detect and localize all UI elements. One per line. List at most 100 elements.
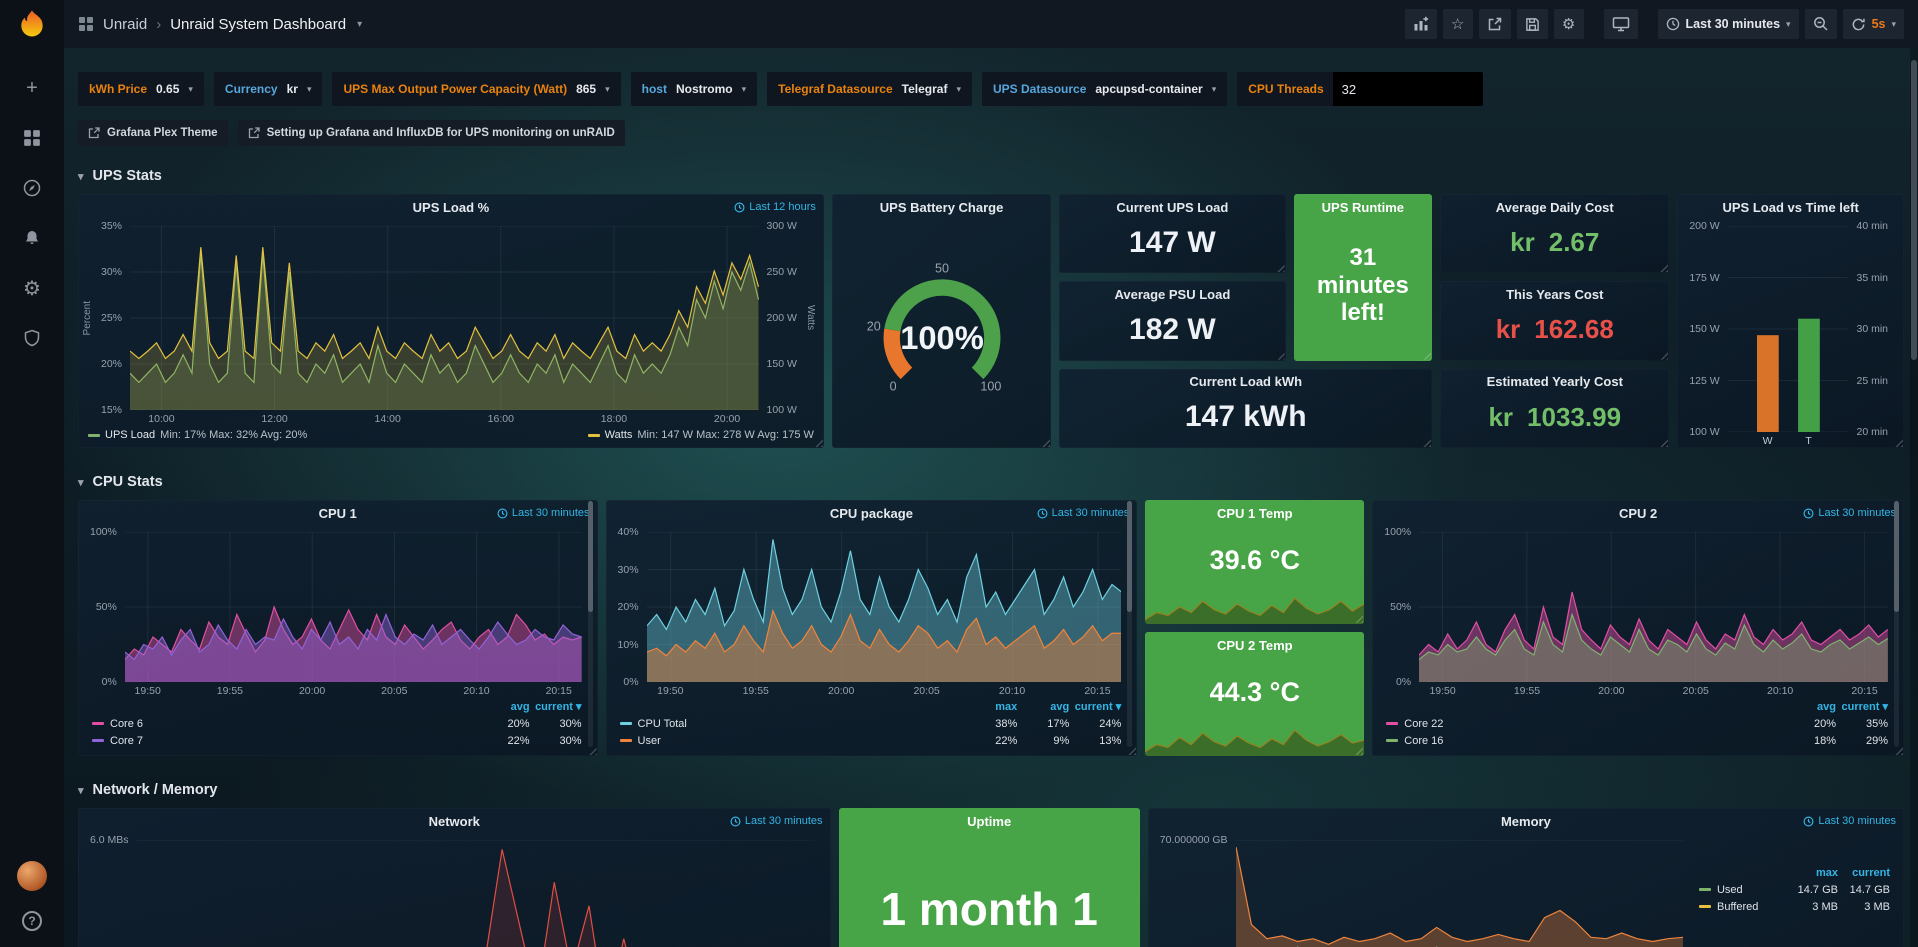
legend-scrollbar[interactable] bbox=[1127, 501, 1132, 747]
variable-value[interactable]: Telegraf bbox=[902, 82, 948, 96]
panel-title[interactable]: CPU 1 Temp bbox=[1217, 506, 1293, 521]
save-button[interactable] bbox=[1517, 9, 1548, 39]
panel-title[interactable]: Average PSU Load bbox=[1114, 287, 1230, 302]
scrollbar-thumb[interactable] bbox=[1911, 60, 1917, 360]
variable-value[interactable]: 865 bbox=[576, 82, 596, 96]
legend-item[interactable]: UPS LoadMin: 17% Max: 32% Avg: 20% bbox=[88, 429, 307, 441]
legend-item[interactable]: Used14.7 GB14.7 GB bbox=[1699, 881, 1890, 898]
variable-cpu-threads[interactable]: CPU Threads bbox=[1237, 72, 1482, 106]
chart-plot[interactable] bbox=[1236, 840, 1683, 947]
breadcrumb-folder[interactable]: Unraid bbox=[103, 16, 147, 33]
panel-title[interactable]: CPU package bbox=[830, 506, 913, 521]
memory-chart[interactable] bbox=[1236, 840, 1683, 947]
variable-ups-datasource[interactable]: UPS Datasourceapcupsd-container▾ bbox=[982, 72, 1227, 106]
panel-title[interactable]: UPS Load % bbox=[413, 200, 490, 215]
cpu1-chart[interactable] bbox=[125, 532, 582, 682]
chart-plot[interactable] bbox=[1419, 532, 1888, 682]
legend-item[interactable]: Buffered3 MB3 MB bbox=[1699, 898, 1890, 915]
cpu-package-chart[interactable] bbox=[647, 532, 1122, 682]
cpu2-chart[interactable] bbox=[1419, 532, 1888, 682]
chart-plot[interactable] bbox=[125, 532, 582, 682]
add-panel-button[interactable] bbox=[1405, 9, 1437, 39]
variable-host[interactable]: hostNostromo▾ bbox=[631, 72, 758, 106]
variable-currency[interactable]: Currencykr▾ bbox=[214, 72, 323, 106]
chart-plot[interactable] bbox=[130, 226, 759, 410]
x-axis: 10:0012:0014:0016:0018:0020:00 bbox=[130, 410, 759, 426]
section-row-cpu-stats[interactable]: ▾ CPU Stats bbox=[78, 464, 1904, 500]
server-admin-shield-icon[interactable] bbox=[20, 326, 44, 350]
network-chart[interactable] bbox=[137, 840, 815, 947]
create-icon[interactable]: + bbox=[20, 76, 44, 100]
dashboard-link[interactable]: Setting up Grafana and InfluxDB for UPS … bbox=[238, 120, 625, 146]
legend-column-header[interactable]: current ▾ bbox=[530, 700, 582, 713]
configuration-gear-icon[interactable]: ⚙ bbox=[20, 276, 44, 300]
ups-load-vs-time-chart[interactable] bbox=[1728, 226, 1849, 432]
dashboards-icon[interactable] bbox=[20, 126, 44, 150]
legend-column-header[interactable]: current ▾ bbox=[1069, 700, 1121, 713]
panel-title[interactable]: Estimated Yearly Cost bbox=[1487, 374, 1623, 389]
chart-plot[interactable] bbox=[647, 532, 1122, 682]
panel-title[interactable]: Average Daily Cost bbox=[1496, 200, 1614, 215]
ups-load-chart[interactable] bbox=[130, 226, 759, 410]
variable-ups-max-output-power-capacity-watt-[interactable]: UPS Max Output Power Capacity (Watt)865▾ bbox=[332, 72, 620, 106]
zoom-out-button[interactable] bbox=[1805, 9, 1837, 39]
variable-input[interactable] bbox=[1333, 72, 1483, 106]
variable-kwh-price[interactable]: kWh Price0.65▾ bbox=[78, 72, 204, 106]
clock-icon bbox=[1803, 508, 1814, 519]
share-button[interactable] bbox=[1479, 9, 1511, 39]
legend-item[interactable]: WattsMin: 147 W Max: 278 W Avg: 175 W bbox=[588, 429, 814, 441]
user-avatar[interactable] bbox=[17, 861, 47, 891]
explore-icon[interactable] bbox=[20, 176, 44, 200]
battery-gauge[interactable]: 02050100100% bbox=[854, 259, 1030, 409]
dashboard-title[interactable]: Unraid System Dashboard bbox=[170, 16, 346, 33]
panel-title[interactable]: CPU 1 bbox=[319, 506, 357, 521]
grafana-logo[interactable] bbox=[13, 8, 51, 46]
panel-title[interactable]: This Years Cost bbox=[1506, 287, 1603, 302]
cycle-view-mode-button[interactable] bbox=[1604, 9, 1638, 39]
help-icon[interactable]: ? bbox=[22, 911, 42, 931]
legend-scrollbar[interactable] bbox=[1894, 501, 1899, 747]
page-scrollbar[interactable] bbox=[1910, 48, 1918, 947]
dashboard-link[interactable]: Grafana Plex Theme bbox=[78, 120, 228, 146]
panel-title[interactable]: UPS Load vs Time left bbox=[1723, 200, 1859, 215]
legend-column-header[interactable]: avg bbox=[478, 701, 530, 713]
panel-title[interactable]: Current Load kWh bbox=[1189, 374, 1302, 389]
legend-column-header[interactable]: max bbox=[965, 701, 1017, 713]
legend-scrollbar[interactable] bbox=[588, 501, 593, 747]
variable-value[interactable]: apcupsd-container bbox=[1095, 82, 1202, 96]
chart-plot[interactable] bbox=[137, 840, 815, 947]
legend-item[interactable]: Core 1618%29% bbox=[1386, 732, 1888, 749]
section-row-ups-stats[interactable]: ▾ UPS Stats bbox=[78, 158, 1904, 194]
chart-plot[interactable] bbox=[1728, 226, 1849, 432]
panel-title[interactable]: CPU 2 bbox=[1619, 506, 1657, 521]
panel-title[interactable]: UPS Runtime bbox=[1322, 200, 1404, 215]
legend-column-header[interactable]: current ▾ bbox=[1836, 700, 1888, 713]
variable-value[interactable]: 0.65 bbox=[156, 82, 179, 96]
legend-item[interactable]: Core 722%30% bbox=[92, 732, 582, 749]
panel-title[interactable]: UPS Battery Charge bbox=[880, 200, 1004, 215]
panel-title[interactable]: CPU 2 Temp bbox=[1217, 638, 1293, 653]
alerting-bell-icon[interactable] bbox=[20, 226, 44, 250]
section-row-network-memory[interactable]: ▾ Network / Memory bbox=[78, 772, 1904, 808]
chevron-down-icon[interactable]: ▾ bbox=[357, 19, 362, 30]
legend-item[interactable]: User22%9%13% bbox=[620, 732, 1122, 749]
legend-item[interactable]: Core 2220%35% bbox=[1386, 715, 1888, 732]
panel-title[interactable]: Network bbox=[429, 814, 480, 829]
legend-column-header[interactable]: avg bbox=[1017, 701, 1069, 713]
panel-title[interactable]: Memory bbox=[1501, 814, 1551, 829]
star-button[interactable]: ☆ bbox=[1443, 9, 1473, 39]
dashboard-settings-button[interactable]: ⚙ bbox=[1554, 9, 1584, 39]
legend-item[interactable]: CPU Total38%17%24% bbox=[620, 715, 1122, 732]
legend-column-header[interactable]: current bbox=[1838, 867, 1890, 879]
variable-telegraf-datasource[interactable]: Telegraf DatasourceTelegraf▾ bbox=[767, 72, 972, 106]
refresh-button[interactable]: 5s ▾ bbox=[1843, 9, 1904, 39]
legend-item[interactable]: Core 620%30% bbox=[92, 715, 582, 732]
legend-column-header[interactable]: max bbox=[1786, 867, 1838, 879]
panel-title[interactable]: Uptime bbox=[967, 814, 1011, 829]
legend-column-header[interactable]: avg bbox=[1784, 701, 1836, 713]
time-range-picker[interactable]: Last 30 minutes ▾ bbox=[1658, 9, 1799, 39]
variable-value[interactable]: Nostromo bbox=[676, 82, 733, 96]
legend-value: 22% bbox=[965, 735, 1017, 747]
panel-title[interactable]: Current UPS Load bbox=[1116, 200, 1228, 215]
variable-value[interactable]: kr bbox=[287, 82, 298, 96]
